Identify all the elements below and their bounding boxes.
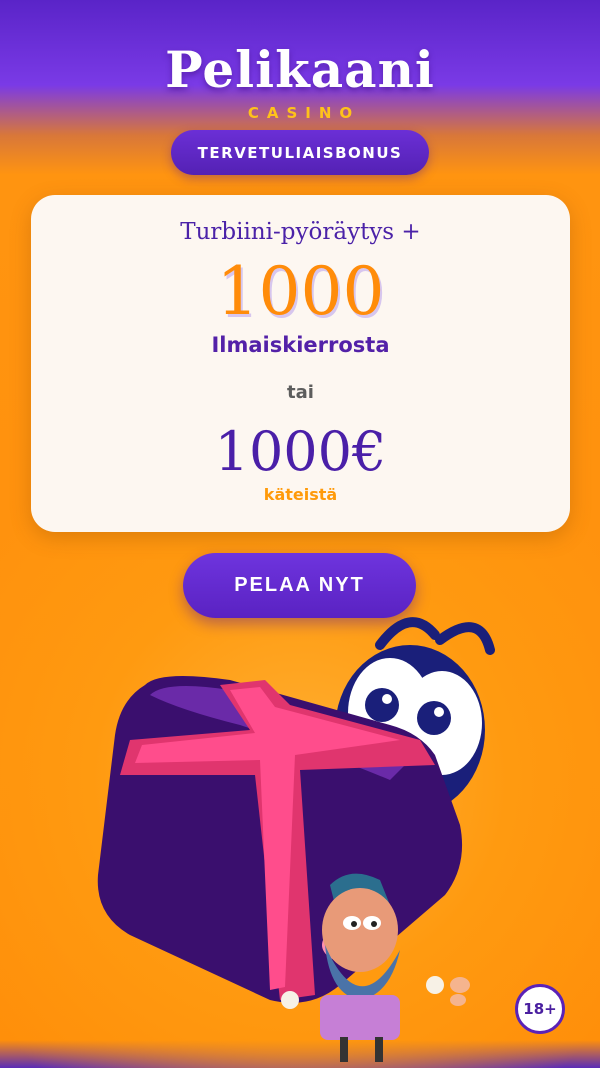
hero-illustration [97,617,495,1062]
age-restriction-badge: 18+ [515,984,565,1034]
brand-subtitle: CASINO [247,104,361,122]
welcome-bonus-badge: TERVETULIAISBONUS [171,130,429,175]
free-spins-label: Ilmaiskierrosta [211,333,390,357]
cash-bonus-label: käteistä [263,485,338,504]
free-spins-amount: 1000 [216,253,385,330]
brand-title: Pelikaani [165,40,435,99]
offer-or-text: tai [287,382,314,403]
offer-card: Turbiini-pyöräytys + 1000 Ilmaiskierrost… [31,195,570,532]
cash-bonus-amount: 1000€ [214,420,387,483]
offer-intro-text: Turbiini-pyöräytys + [180,219,421,245]
